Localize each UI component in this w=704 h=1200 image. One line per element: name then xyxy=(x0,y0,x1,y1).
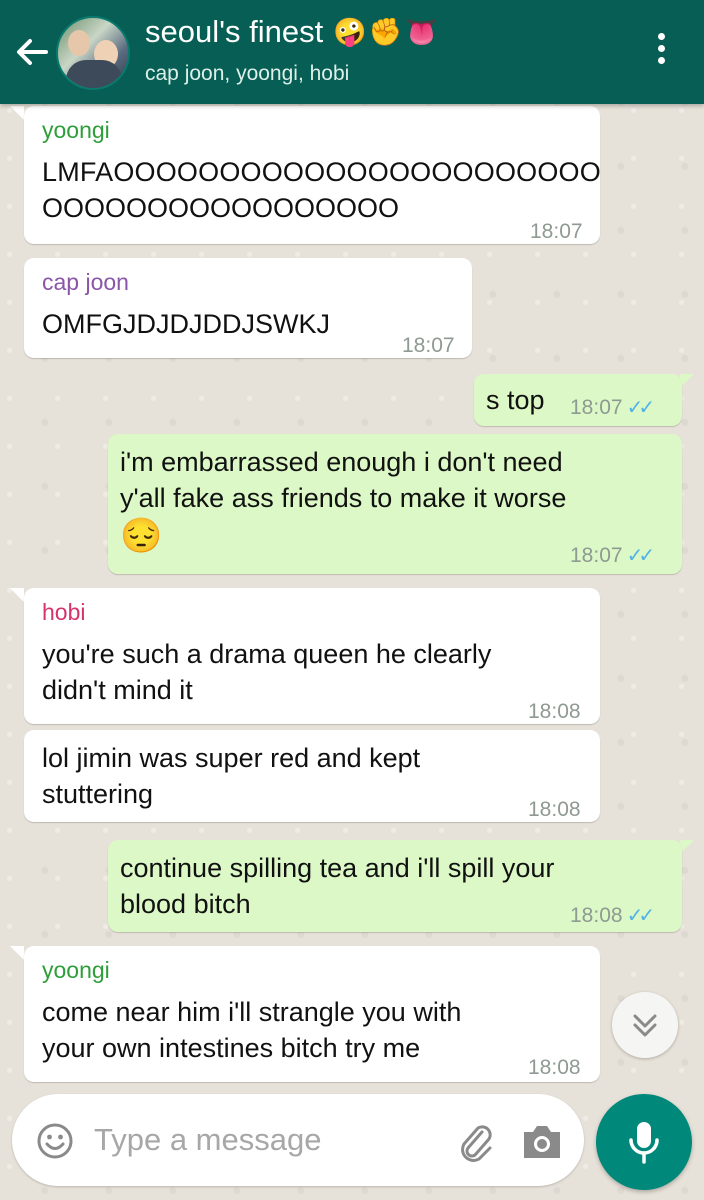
message-text: lol jimin was super red and kept xyxy=(42,743,421,773)
message-text: stuttering xyxy=(42,779,154,809)
microphone-icon xyxy=(629,1122,659,1164)
message-incoming[interactable]: hobi you're such a drama queen he clearl… xyxy=(24,588,600,724)
read-ticks-icon: ✓✓ xyxy=(626,905,655,927)
message-text: continue spilling tea and i'll spill you… xyxy=(120,853,555,883)
message-incoming[interactable]: yoongi LMFAOOOOOOOOOOOOOOOOOOOOOOO OOOOO… xyxy=(24,106,601,244)
chat-title-emojis: 🤪✊👅 xyxy=(333,17,441,47)
message-time: 18:08 xyxy=(528,1056,581,1079)
message-sender: yoongi xyxy=(42,117,110,143)
message-sender: cap joon xyxy=(42,269,129,295)
chat-title[interactable]: seoul's finest 🤪✊👅 xyxy=(145,14,440,50)
message-time: 18:07 ✓✓ xyxy=(570,544,655,567)
more-vertical-icon xyxy=(644,33,678,64)
message-text: didn't mind it xyxy=(42,675,193,705)
message-time: 18:08 ✓✓ xyxy=(570,904,655,927)
camera-button[interactable] xyxy=(520,1120,564,1164)
read-ticks-icon: ✓✓ xyxy=(626,397,655,419)
message-text: s top xyxy=(486,385,545,415)
message-outgoing[interactable]: i'm embarrassed enough i don't need y'al… xyxy=(108,434,682,574)
message-sender: yoongi xyxy=(42,957,110,983)
attach-button[interactable] xyxy=(452,1118,498,1164)
chat-title-text: seoul's finest xyxy=(145,14,324,49)
message-text: y'all fake ass friends to make it worse xyxy=(120,483,567,513)
voice-message-button[interactable] xyxy=(596,1094,692,1190)
chevron-double-down-icon xyxy=(633,1014,657,1037)
message-text: come near him i'll strangle you with xyxy=(42,997,462,1027)
message-incoming[interactable]: yoongi come near him i'll strangle you w… xyxy=(24,946,600,1082)
paperclip-icon xyxy=(461,1125,492,1162)
message-text: you're such a drama queen he clearly xyxy=(42,639,492,669)
group-avatar[interactable] xyxy=(56,16,130,90)
message-time: 18:08 xyxy=(528,798,581,821)
message-sender: hobi xyxy=(42,599,86,625)
read-ticks-icon: ✓✓ xyxy=(626,545,655,567)
message-outgoing[interactable]: s top 18:07 ✓✓ xyxy=(474,374,682,426)
message-time: 18:07 ✓✓ xyxy=(570,396,655,419)
scroll-to-bottom-button[interactable] xyxy=(612,992,678,1058)
emoji-button[interactable] xyxy=(36,1122,74,1160)
message-time: 18:07 xyxy=(402,334,455,357)
message-time: 18:07 xyxy=(530,220,583,243)
message-incoming[interactable]: lol jimin was super red and kept stutter… xyxy=(24,730,600,822)
chat-header: seoul's finest 🤪✊👅 cap joon, yoongi, hob… xyxy=(0,0,704,104)
arrow-left-icon xyxy=(17,39,48,65)
camera-icon xyxy=(524,1126,560,1158)
message-text: OOOOOOOOOOOOOOOOO xyxy=(42,193,400,223)
message-composer xyxy=(12,1094,584,1186)
message-text: your own intestines bitch try me xyxy=(42,1033,421,1063)
message-text: LMFAOOOOOOOOOOOOOOOOOOOOOOO xyxy=(42,157,601,187)
smiley-icon xyxy=(37,1123,73,1159)
message-text: i'm embarrassed enough i don't need xyxy=(120,447,563,477)
back-button[interactable] xyxy=(10,30,54,74)
message-input[interactable] xyxy=(92,1116,436,1164)
more-options-button[interactable] xyxy=(644,28,678,74)
message-incoming[interactable]: cap joon OMFGJDJDJDDJSWKJ 18:07 xyxy=(24,258,472,358)
message-outgoing[interactable]: continue spilling tea and i'll spill you… xyxy=(108,840,682,932)
chat-members: cap joon, yoongi, hobi xyxy=(145,62,350,85)
message-time: 18:08 xyxy=(528,700,581,723)
